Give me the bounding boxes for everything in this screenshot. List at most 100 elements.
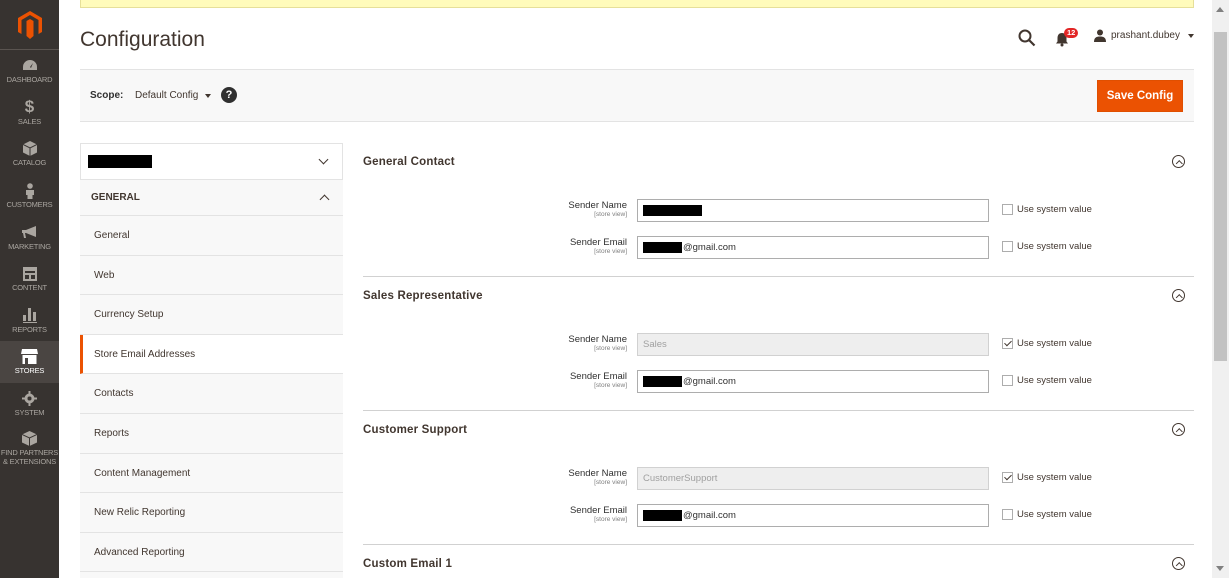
- chevron-down-icon: [318, 154, 329, 165]
- redacted-block: [643, 242, 682, 253]
- scroll-up-arrow-icon[interactable]: [1216, 7, 1224, 12]
- label-text: Sender Email: [569, 237, 627, 248]
- menu-label: SYSTEM: [14, 408, 45, 418]
- group-divider: [363, 410, 1194, 411]
- menu-label: STORES: [14, 366, 45, 376]
- label-text: Sender Name: [568, 334, 627, 345]
- redacted-block: [643, 376, 682, 387]
- dashboard-icon: [22, 57, 38, 74]
- use-system-value-checkbox[interactable]: Use system value: [1002, 241, 1092, 252]
- group-sales-representative-header[interactable]: Sales Representative: [363, 283, 1193, 313]
- sender-email-input[interactable]: @gmail.com: [637, 504, 989, 527]
- use-system-value-checkbox[interactable]: Use system value: [1002, 375, 1092, 386]
- nav-item-store-email-addresses[interactable]: Store Email Addresses: [80, 334, 343, 375]
- collapse-icon[interactable]: [1172, 423, 1185, 436]
- nav-item-label: New Relic Reporting: [94, 507, 186, 519]
- nav-item-new-relic-reporting[interactable]: New Relic Reporting: [80, 493, 343, 533]
- nav-item-content-management[interactable]: Content Management: [80, 454, 343, 494]
- user-menu[interactable]: prashant.dubey: [1094, 29, 1194, 42]
- sender-email-input[interactable]: @gmail.com: [637, 370, 989, 393]
- username: prashant.dubey: [1111, 30, 1180, 41]
- menu-item-customers[interactable]: CUSTOMERS: [0, 175, 59, 217]
- customer-support-sender-email-row: Sender Email [store view] @gmail.com Use…: [363, 504, 1193, 528]
- group-title: General Contact: [363, 156, 455, 168]
- checkbox-label: Use system value: [1017, 204, 1092, 215]
- menu-label: FIND PARTNERS & EXTENSIONS: [0, 448, 59, 467]
- nav-item-contacts[interactable]: Contacts: [80, 374, 343, 414]
- admin-menu: DASHBOARD $ SALES CATALOG CUSTOMERS MARK…: [0, 0, 59, 578]
- group-custom-email-1-header[interactable]: Custom Email 1: [363, 551, 1193, 581]
- sender-name-input[interactable]: CustomerSupport: [637, 467, 989, 490]
- nav-item-label: Content Management: [94, 467, 191, 479]
- checkbox[interactable]: [1002, 338, 1013, 349]
- group-customer-support-header[interactable]: Customer Support: [363, 417, 1193, 447]
- magento-logo-icon: [17, 10, 42, 39]
- scope-switcher[interactable]: Default Config: [135, 90, 212, 101]
- scroll-down-arrow-icon[interactable]: [1216, 566, 1224, 571]
- use-system-value-checkbox[interactable]: Use system value: [1002, 338, 1092, 349]
- box-icon: [22, 430, 37, 447]
- sender-name-input[interactable]: [637, 199, 989, 222]
- nav-item-reports[interactable]: Reports: [80, 414, 343, 454]
- scope-note: [store view]: [594, 516, 627, 523]
- nav-item-advanced-reporting[interactable]: Advanced Reporting: [80, 533, 343, 573]
- checkbox[interactable]: [1002, 241, 1013, 252]
- checkbox-label: Use system value: [1017, 338, 1092, 349]
- nav-item-general[interactable]: General: [80, 216, 343, 256]
- redacted-block: [88, 155, 152, 168]
- page-scrollbar[interactable]: [1212, 0, 1229, 578]
- nav-item-label: Reports: [94, 427, 130, 439]
- nav-item-currency-setup[interactable]: Currency Setup: [80, 295, 343, 335]
- menu-item-catalog[interactable]: CATALOG: [0, 133, 59, 175]
- menu-item-marketing[interactable]: MARKETING: [0, 216, 59, 258]
- group-title: Customer Support: [363, 424, 468, 436]
- checkbox[interactable]: [1002, 204, 1013, 215]
- sender-name-input[interactable]: Sales: [637, 333, 989, 356]
- collapse-icon[interactable]: [1172, 557, 1185, 570]
- collapse-icon[interactable]: [1172, 155, 1185, 168]
- use-system-value-checkbox[interactable]: Use system value: [1002, 509, 1092, 520]
- group-general-contact-header[interactable]: General Contact: [363, 149, 1193, 179]
- menu-item-content[interactable]: CONTENT: [0, 258, 59, 300]
- scope-note: [store view]: [594, 248, 627, 255]
- search-button[interactable]: [1018, 29, 1036, 47]
- checkbox-label: Use system value: [1017, 375, 1092, 386]
- menu-item-partners[interactable]: FIND PARTNERS & EXTENSIONS: [0, 424, 59, 472]
- use-system-value-checkbox[interactable]: Use system value: [1002, 472, 1092, 483]
- menu-item-sales[interactable]: $ SALES: [0, 92, 59, 134]
- save-config-button[interactable]: Save Config: [1097, 80, 1183, 112]
- redacted-block: [643, 205, 702, 216]
- menu-label: SALES: [17, 116, 42, 126]
- sender-email-input[interactable]: @gmail.com: [637, 236, 989, 259]
- use-system-value-checkbox[interactable]: Use system value: [1002, 204, 1092, 215]
- menu-item-dashboard[interactable]: DASHBOARD: [0, 50, 59, 92]
- menu-item-stores[interactable]: STORES: [0, 341, 59, 383]
- notifications-button[interactable]: 12: [1055, 28, 1079, 48]
- nav-item-web[interactable]: Web: [80, 256, 343, 296]
- gear-icon: [22, 390, 37, 407]
- bar-chart-icon: [22, 307, 37, 324]
- field-label: Sender Name [store view]: [363, 468, 627, 486]
- email-suffix: @gmail.com: [683, 376, 736, 387]
- group-title: Custom Email 1: [363, 558, 453, 570]
- dollar-icon: $: [24, 97, 35, 117]
- checkbox[interactable]: [1002, 509, 1013, 520]
- config-section-switcher[interactable]: [80, 143, 343, 180]
- input-value: Sales: [643, 339, 667, 350]
- menu-item-system[interactable]: SYSTEM: [0, 383, 59, 425]
- help-icon[interactable]: ?: [221, 87, 237, 103]
- checkbox[interactable]: [1002, 375, 1013, 386]
- chevron-up-icon: [319, 194, 330, 205]
- nav-item-label: Web: [94, 269, 115, 281]
- scroll-thumb[interactable]: [1214, 32, 1227, 361]
- menu-item-reports[interactable]: REPORTS: [0, 300, 59, 342]
- checkbox[interactable]: [1002, 472, 1013, 483]
- nav-item-label: Contacts: [94, 388, 134, 400]
- nav-section-general[interactable]: GENERAL: [80, 180, 343, 216]
- collapse-icon[interactable]: [1172, 289, 1185, 302]
- group-divider: [363, 544, 1194, 545]
- nav-item-label: Currency Setup: [94, 309, 164, 321]
- menu-label: DASHBOARD: [6, 75, 53, 85]
- magento-logo[interactable]: [0, 0, 59, 50]
- menu-label: CONTENT: [12, 283, 47, 293]
